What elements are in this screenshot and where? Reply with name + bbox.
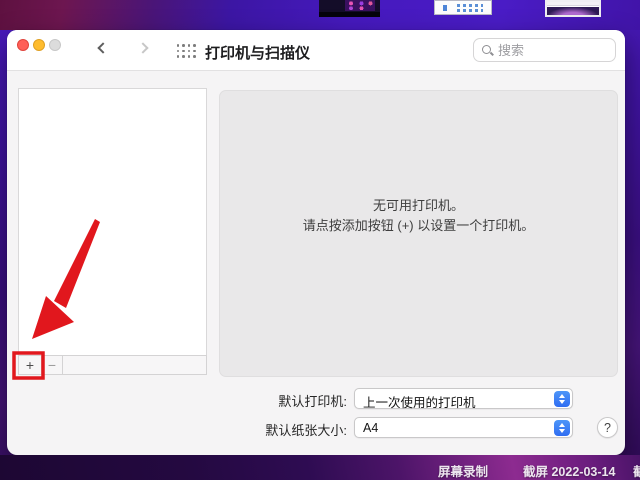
window-thumbnail-light[interactable]: [434, 0, 492, 15]
minimize-button[interactable]: [33, 39, 45, 51]
search-input[interactable]: [498, 39, 610, 61]
stepper-icon: [554, 391, 570, 407]
back-button[interactable]: [91, 39, 113, 61]
thumbnail-titlebar: [547, 2, 599, 6]
default-printer-label: 默认打印机:: [278, 394, 347, 409]
printer-list[interactable]: [18, 88, 207, 355]
thumbnail-icons: [345, 0, 375, 11]
remove-printer-button[interactable]: −: [42, 356, 63, 374]
partial-label: 截: [633, 465, 640, 479]
show-all-preferences-icon[interactable]: [175, 43, 197, 59]
desktop-wallpaper-bottom: 屏幕录制 截屏 2022-03-14 截: [0, 455, 640, 480]
search-icon: [482, 45, 491, 54]
thumbnail-icon: [443, 5, 447, 11]
default-paper-value: A4: [363, 421, 379, 435]
thumbnail-content: [547, 7, 599, 15]
add-printer-button[interactable]: +: [19, 356, 42, 374]
screen-recording-label[interactable]: 屏幕录制: [438, 461, 488, 480]
close-button[interactable]: [17, 39, 29, 51]
default-paper-label: 默认纸张大小:: [265, 423, 347, 438]
forward-button[interactable]: [131, 39, 153, 61]
page-title: 打印机与扫描仪: [205, 45, 311, 62]
empty-state-line2: 请点按添加按钮 (+) 以设置一个打印机。: [302, 218, 535, 233]
default-printer-dropdown[interactable]: 上一次使用的打印机: [354, 388, 573, 410]
printers-scanners-window: 打印机与扫描仪 + − 无可用打印机。 请点按添加按钮 (+) 以设置一个打印机…: [7, 30, 625, 455]
empty-state-message: 无可用打印机。 请点按添加按钮 (+) 以设置一个打印机。: [220, 196, 617, 236]
screenshot-label[interactable]: 截屏 2022-03-14: [523, 461, 615, 480]
zoom-button-disabled: [49, 39, 61, 51]
titlebar: 打印机与扫描仪: [7, 30, 625, 71]
window-thumbnail-dark[interactable]: [319, 0, 380, 17]
default-paper-dropdown[interactable]: A4: [354, 417, 573, 438]
printer-detail-panel: 无可用打印机。 请点按添加按钮 (+) 以设置一个打印机。: [219, 90, 618, 377]
printer-list-toolbar: + −: [18, 355, 207, 375]
chevron-right-icon: [137, 42, 149, 54]
default-printer-value: 上一次使用的打印机: [363, 396, 476, 410]
thumbnail-text-row: [457, 9, 483, 12]
window-thumbnail-screenshot[interactable]: [545, 0, 601, 17]
desktop-wallpaper-top: [0, 0, 640, 30]
help-button[interactable]: ?: [597, 417, 618, 438]
empty-state-line1: 无可用打印机。: [372, 198, 464, 213]
search-field[interactable]: [473, 38, 616, 62]
stepper-icon: [554, 420, 570, 436]
thumbnail-dock-strip: [319, 12, 380, 17]
chevron-left-icon: [97, 42, 109, 54]
thumbnail-text-row: [457, 4, 483, 7]
